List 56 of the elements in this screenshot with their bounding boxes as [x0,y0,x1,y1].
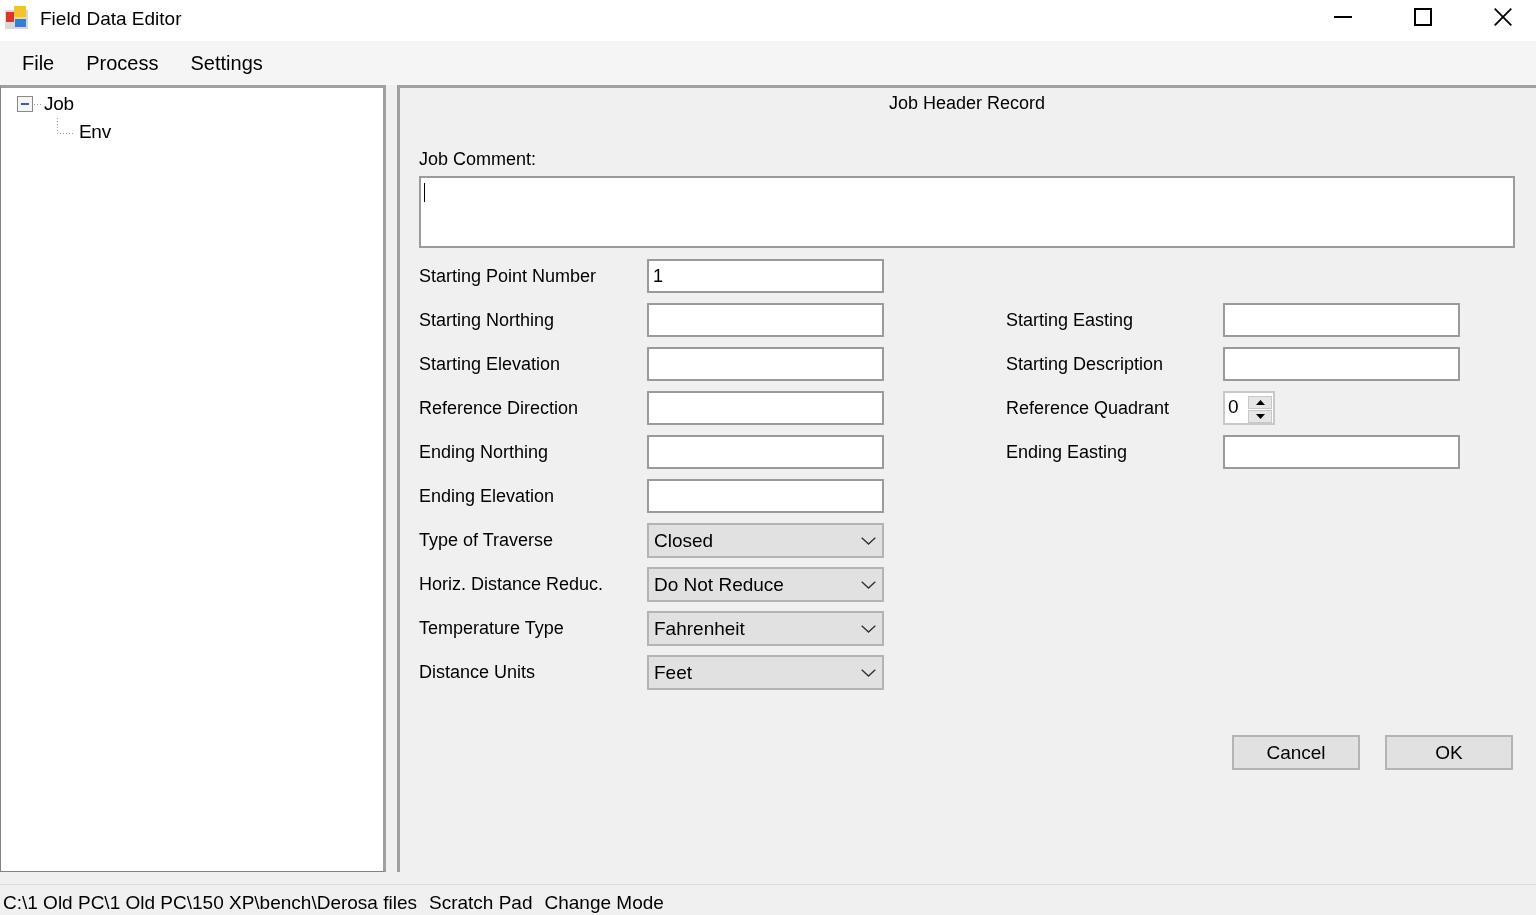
text-field[interactable] [1223,435,1460,469]
status-text: C:\1 Old PC\1 Old PC\150 XP\bench\Derosa files [3,892,417,914]
field-label: Starting Description [1006,353,1164,375]
minus-box-icon[interactable] [17,96,43,112]
window-title: Field Data Editor [40,6,182,31]
dropdown[interactable]: Closed [647,523,884,558]
down-triangle-icon [1255,414,1265,419]
dialog-button[interactable]: Cancel [1232,735,1360,770]
field-label: Job Comment: [419,148,537,170]
dropdown[interactable]: Feet [647,655,884,690]
text-field[interactable] [647,435,884,469]
field-label: Distance Units [419,661,536,683]
chevron-down-icon [861,668,876,677]
field-label: Temperature Type [419,617,564,639]
minimize-icon [1334,15,1352,18]
text-field[interactable] [647,303,884,337]
spin-down-button[interactable] [1248,410,1272,423]
field-label: Ending Northing [419,441,549,463]
field-label: Starting Point Number [419,265,597,287]
up-triangle-icon [1255,400,1265,405]
menu-item[interactable]: Process [70,45,175,81]
dropdown[interactable]: Fahrenheit [647,611,884,646]
text-field[interactable]: 1 [647,259,884,293]
field-label: Starting Elevation [419,353,561,375]
menu-item[interactable]: File [6,45,71,81]
app-icon [5,6,28,29]
chevron-down-icon [861,536,876,545]
field-label: Reference Direction [419,397,579,419]
comment-field[interactable] [419,176,1515,248]
menu-item[interactable]: Settings [174,45,279,81]
tree-item[interactable]: Job [44,93,74,115]
text-field[interactable] [647,347,884,381]
chevron-down-icon [861,580,876,589]
field-label: Horiz. Distance Reduc. [419,573,604,595]
dialog-button[interactable]: OK [1385,735,1513,770]
tree-line-icon [57,118,75,134]
chevron-down-icon [861,624,876,633]
close-icon [1494,7,1512,26]
maximize-icon [1414,7,1432,26]
field-label: Reference Quadrant [1006,397,1170,419]
number-spinner[interactable]: 0 [1223,391,1275,425]
text-field[interactable] [1223,347,1460,381]
field-label: Ending Elevation [419,485,555,507]
status-text: Scratch Pad [429,892,533,914]
field-label: Ending Easting [1006,441,1128,463]
text-field[interactable] [647,479,884,513]
tree-item[interactable]: Env [79,121,111,143]
text-field[interactable] [647,391,884,425]
status-text: Change Mode [544,892,664,914]
form-title: Job Header Record [888,92,1046,114]
field-label: Type of Traverse [419,529,554,551]
text-field[interactable] [1223,303,1460,337]
spin-up-button[interactable] [1248,396,1272,409]
field-label: Starting Northing [419,309,555,331]
field-label: Starting Easting [1006,309,1134,331]
dropdown[interactable]: Do Not Reduce [647,567,884,602]
